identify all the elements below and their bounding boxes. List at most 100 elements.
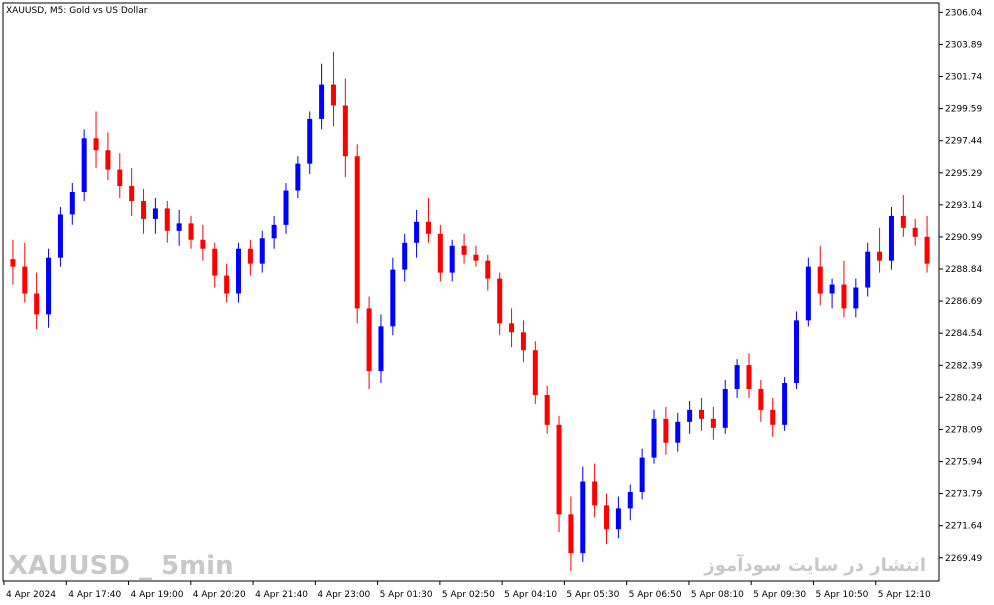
- y-tick-label: 2295.29: [945, 169, 982, 179]
- candle-body: [556, 424, 562, 515]
- candle-body: [81, 138, 87, 193]
- y-tick-label: 2271.64: [945, 522, 982, 532]
- candle: [782, 377, 788, 431]
- candle-body: [283, 190, 289, 225]
- candle-body: [93, 138, 99, 151]
- candle-body: [200, 239, 206, 249]
- candle-body: [817, 266, 823, 294]
- x-tick-label: 5 Apr 04:10: [504, 590, 557, 600]
- candle: [805, 257, 811, 327]
- candle: [532, 341, 538, 404]
- candle-body: [247, 248, 253, 264]
- y-tick-label: 2290.99: [945, 233, 982, 243]
- candle-body: [188, 223, 194, 240]
- x-tick-label: 5 Apr 09:30: [753, 590, 806, 600]
- x-tick-label: 5 Apr 06:50: [629, 590, 682, 600]
- candle-body: [900, 215, 906, 228]
- candle: [57, 206, 63, 267]
- y-tick-label: 2303.89: [945, 40, 982, 50]
- candle: [236, 242, 241, 303]
- y-tick-label: 2286.69: [945, 297, 982, 307]
- price-chart: XAUUSD, M5: Gold vs US Dollar 2306.04 230…: [0, 0, 994, 605]
- x-tick-label: 5 Apr 01:30: [380, 590, 433, 600]
- candle-body: [437, 233, 443, 273]
- site-watermark: انتشار در سایت سودآموز: [703, 553, 926, 576]
- candle: [354, 144, 360, 324]
- y-tick-label: 2288.84: [945, 265, 982, 275]
- candle-body: [236, 248, 241, 294]
- x-tick-label: 5 Apr 02:50: [442, 590, 495, 600]
- candle-body: [592, 481, 598, 506]
- candle-body: [520, 332, 526, 351]
- candle-body: [770, 409, 776, 425]
- candle: [81, 129, 87, 201]
- candle-body: [639, 457, 645, 492]
- x-tick-label: 4 Apr 21:40: [255, 590, 308, 600]
- candle-body: [877, 251, 883, 261]
- candle-body: [651, 418, 657, 458]
- y-tick-label: 2284.54: [945, 329, 982, 339]
- candle-body: [509, 323, 515, 333]
- y-tick-label: 2269.49: [945, 554, 982, 564]
- candle-body: [354, 156, 360, 309]
- chart-title: XAUUSD, M5: Gold vs US Dollar: [6, 6, 148, 16]
- x-tick-label: 5 Apr 05:30: [566, 590, 619, 600]
- candle-body: [295, 163, 301, 191]
- candle-body: [805, 266, 811, 321]
- candle-body: [710, 418, 716, 428]
- candle-body: [402, 242, 408, 270]
- x-tick-label: 4 Apr 20:20: [193, 590, 246, 600]
- x-tick-label: 5 Apr 08:10: [691, 590, 744, 600]
- candle-body: [580, 481, 586, 554]
- candle-body: [57, 214, 63, 258]
- candle-body: [307, 118, 313, 164]
- candle-body: [675, 421, 681, 443]
- candle-body: [615, 508, 621, 530]
- candle-body: [853, 287, 859, 309]
- candle-body: [544, 394, 550, 425]
- x-tick-label: 4 Apr 23:00: [317, 590, 370, 600]
- x-tick-label: 4 Apr 17:40: [68, 590, 121, 600]
- y-tick-label: 2297.44: [945, 137, 982, 147]
- symbol-watermark: XAUUSD _ 5min: [8, 551, 234, 581]
- candle-body: [330, 84, 336, 106]
- candle-body: [865, 251, 871, 288]
- candle-body: [924, 236, 930, 264]
- candle-body: [888, 215, 894, 261]
- candle-body: [829, 284, 835, 294]
- candle-body: [568, 514, 574, 554]
- candle-body: [212, 248, 218, 276]
- y-tick-label: 2273.79: [945, 490, 982, 500]
- candle-body: [10, 259, 16, 267]
- candle-body: [69, 192, 75, 215]
- x-tick-label: 5 Apr 12:10: [878, 590, 931, 600]
- candle-body: [485, 260, 491, 279]
- candle: [888, 206, 894, 270]
- candle-body: [259, 238, 265, 264]
- candle-body: [793, 320, 799, 384]
- candle-body: [497, 278, 503, 324]
- candle-body: [734, 365, 740, 389]
- y-tick-label: 2293.14: [945, 201, 982, 211]
- y-tick-label: 2278.09: [945, 425, 982, 435]
- candle-body: [758, 388, 764, 410]
- candle-body: [342, 105, 348, 157]
- candle-body: [390, 269, 396, 327]
- candle-body: [378, 326, 384, 372]
- candle-body: [663, 418, 669, 443]
- y-tick-label: 2299.59: [945, 105, 982, 115]
- candle-body: [912, 227, 918, 237]
- candle-body: [105, 150, 111, 170]
- candle-body: [366, 308, 372, 372]
- candle-body: [129, 186, 135, 201]
- y-tick-label: 2301.74: [945, 73, 982, 83]
- candle-body: [687, 409, 693, 422]
- candle-body: [627, 491, 633, 509]
- x-tick-label: 5 Apr 10:50: [815, 590, 868, 600]
- candle-body: [34, 293, 40, 315]
- y-tick-label: 2282.39: [945, 361, 982, 371]
- candle-body: [319, 84, 325, 119]
- candle-body: [841, 284, 847, 309]
- candle-body: [414, 221, 420, 243]
- candle-body: [746, 365, 752, 389]
